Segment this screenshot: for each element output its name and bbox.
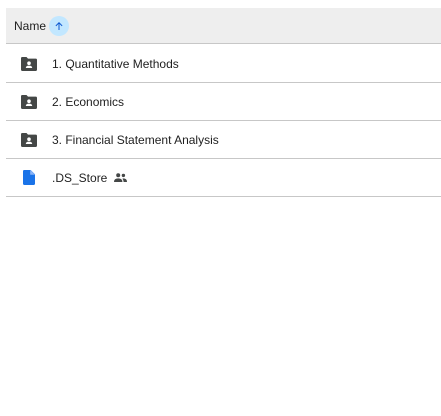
file-row[interactable]: .DS_Store (6, 159, 441, 197)
file-name: 3. Financial Statement Analysis (52, 132, 219, 147)
file-row[interactable]: 1. Quantitative Methods (6, 45, 441, 83)
file-row[interactable]: 2. Economics (6, 83, 441, 121)
shared-folder-icon (21, 132, 37, 148)
arrow-up-icon (55, 21, 63, 30)
file-icon (21, 170, 37, 186)
file-name: 2. Economics (52, 94, 125, 109)
column-header: Name (6, 8, 441, 44)
name-column-header[interactable]: Name (14, 19, 46, 33)
file-name: 1. Quantitative Methods (52, 56, 179, 71)
shared-folder-icon (21, 56, 37, 72)
file-name: .DS_Store (52, 170, 108, 185)
shared-folder-icon (21, 94, 37, 110)
sort-ascending-button[interactable] (49, 15, 70, 36)
file-row[interactable]: 3. Financial Statement Analysis (6, 121, 441, 159)
file-list: 1. Quantitative Methods 2. Economics 3. … (6, 45, 441, 197)
people-icon (114, 173, 128, 182)
